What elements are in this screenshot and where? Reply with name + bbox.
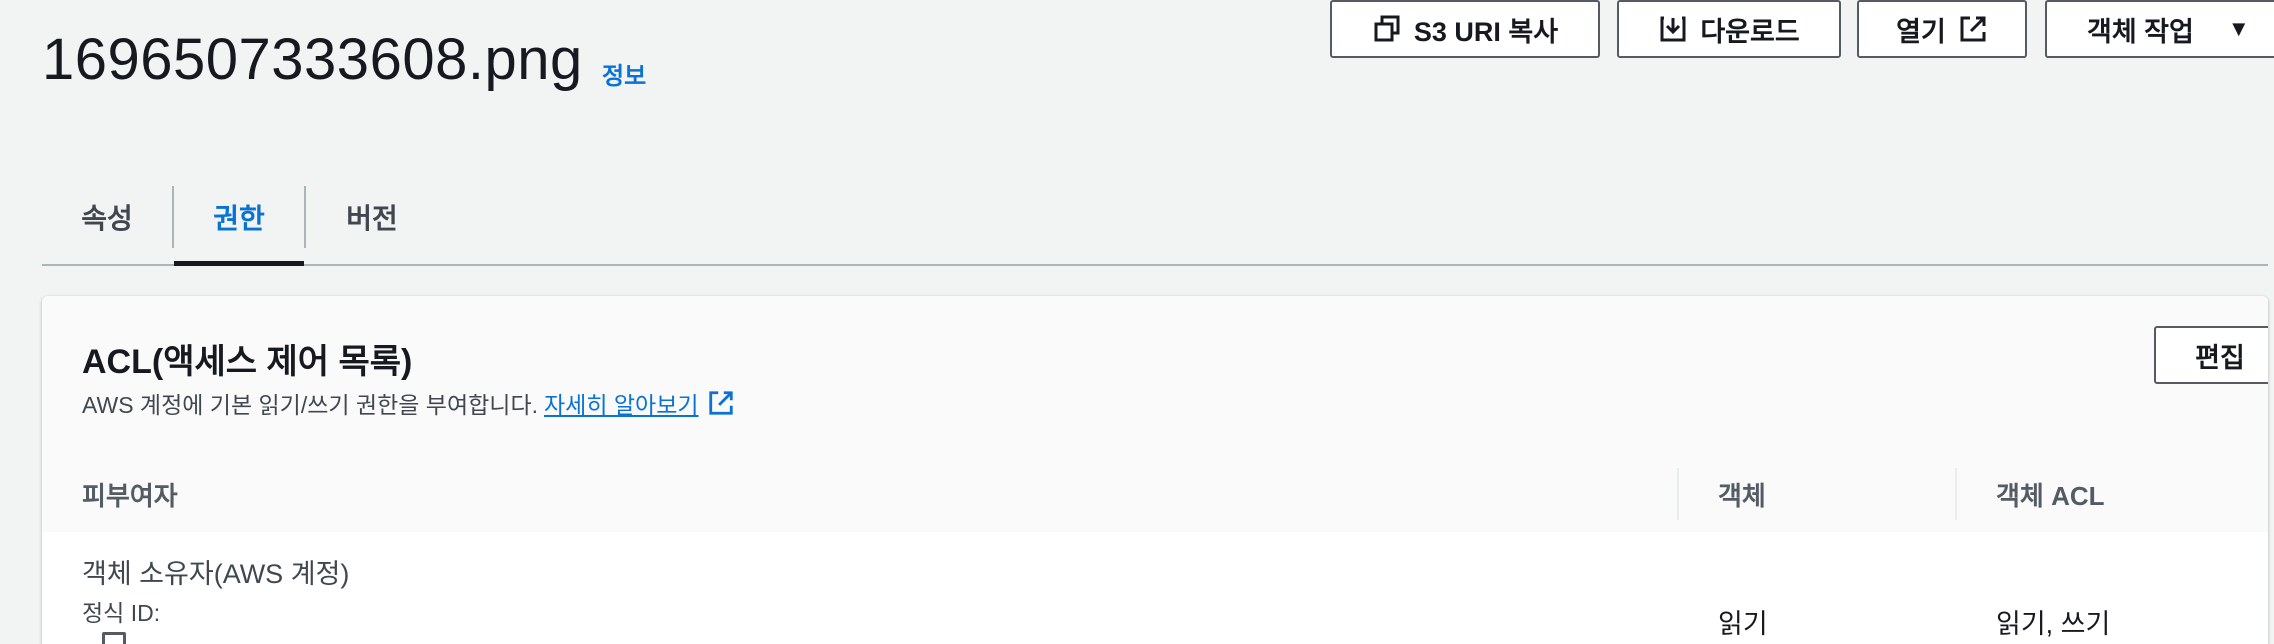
info-link[interactable]: 정보 <box>602 56 646 91</box>
column-header-object-acl: 객체 ACL <box>1996 480 2105 511</box>
copy-s3-uri-label: S3 URI 복사 <box>1413 16 1559 47</box>
caret-down-icon: ▼ <box>2227 16 2250 41</box>
edit-button[interactable]: 편집 <box>2154 326 2268 384</box>
column-separator <box>1677 468 1679 520</box>
column-separator <box>1955 468 1957 520</box>
object-acl-permission-cell: 읽기, 쓰기 <box>1996 609 2111 639</box>
s3-object-page: 1696507333608.png 정보 S3 URI 복사 다운로드 열기 객… <box>0 0 2274 644</box>
column-header-objects: 객체 <box>1718 480 1766 511</box>
tab-permissions[interactable]: 권한 <box>174 170 304 266</box>
acl-table-header: 피부여자 객체 객체 ACL <box>42 456 2268 533</box>
acl-description-text: AWS 계정에 기본 읽기/쓰기 권한을 부여합니다. <box>82 392 538 418</box>
column-header-grantee: 피부여자 <box>82 480 178 511</box>
copy-icon[interactable] <box>102 632 126 644</box>
canonical-id-label: 정식 ID: <box>82 600 161 626</box>
download-icon <box>1658 14 1688 44</box>
open-label: 열기 <box>1896 16 1946 47</box>
open-button[interactable]: 열기 <box>1857 0 2027 58</box>
acl-panel-title: ACL(액세스 제어 목록) <box>82 343 413 381</box>
page-title: 1696507333608.png <box>42 27 583 92</box>
download-label: 다운로드 <box>1700 16 1800 47</box>
copy-s3-uri-button[interactable]: S3 URI 복사 <box>1330 0 1600 58</box>
object-actions-dropdown[interactable]: 객체 작업 ▼ <box>2045 0 2274 58</box>
tab-properties[interactable]: 속성 <box>42 170 172 264</box>
external-link-icon <box>1958 14 1988 44</box>
tab-versions[interactable]: 버전 <box>306 170 438 264</box>
acl-panel-description: AWS 계정에 기본 읽기/쓰기 권한을 부여합니다. 자세히 알아보기 <box>82 386 735 420</box>
copy-icon <box>1372 14 1402 44</box>
table-row: 객체 소유자(AWS 계정) 정식 ID: 읽기 읽기, 쓰기 <box>42 532 2268 644</box>
external-link-icon <box>708 391 733 415</box>
tab-bar: 속성 권한 버전 <box>42 170 2268 266</box>
learn-more-label: 자세히 알아보기 <box>544 392 699 418</box>
objects-permission-cell: 읽기 <box>1718 609 1768 639</box>
grantee-cell: 객체 소유자(AWS 계정) <box>82 559 350 589</box>
acl-panel: ACL(액세스 제어 목록) AWS 계정에 기본 읽기/쓰기 권한을 부여합니… <box>42 296 2268 644</box>
learn-more-link[interactable]: 자세히 알아보기 <box>544 386 735 420</box>
download-button[interactable]: 다운로드 <box>1617 0 1841 58</box>
object-actions-label: 객체 작업 <box>2087 16 2194 47</box>
